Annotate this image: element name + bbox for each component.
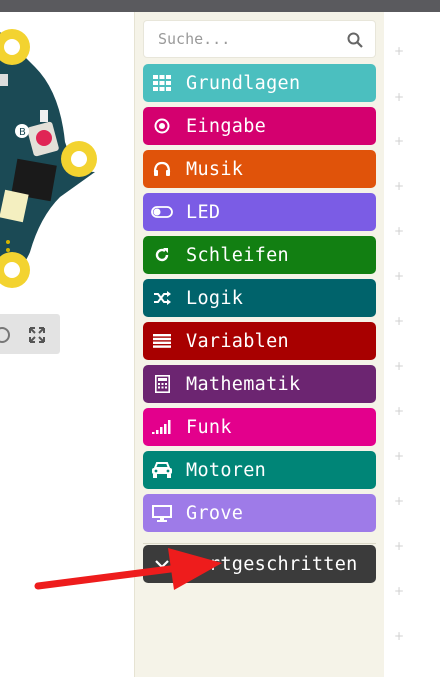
chevron-down-icon xyxy=(151,553,173,575)
simulator-panel: B xyxy=(0,12,134,677)
divider xyxy=(143,543,376,544)
stop-icon[interactable] xyxy=(0,327,10,343)
category-label: Schleifen xyxy=(186,244,289,266)
toggle-icon xyxy=(151,201,173,223)
headphones-icon xyxy=(151,158,173,180)
grid-plus: + xyxy=(394,404,405,418)
grid-plus: + xyxy=(394,449,405,463)
grid-plus: + xyxy=(394,314,405,328)
refresh-icon xyxy=(151,244,173,266)
grid-plus: + xyxy=(394,629,405,643)
car-icon xyxy=(151,459,173,481)
monitor-icon xyxy=(151,502,173,524)
category-logik[interactable]: Logik xyxy=(143,279,376,317)
category-label: Eingabe xyxy=(186,115,267,137)
search-icon[interactable] xyxy=(347,32,363,48)
radio-target-icon xyxy=(151,115,173,137)
category-mathematik[interactable]: Mathematik xyxy=(143,365,376,403)
category-label: Funk xyxy=(186,416,232,438)
shuffle-icon xyxy=(151,287,173,309)
top-bar xyxy=(0,0,440,12)
calculator-icon xyxy=(151,373,173,395)
grid-plus: + xyxy=(394,134,405,148)
category-motoren[interactable]: Motoren xyxy=(143,451,376,489)
grid-plus: + xyxy=(394,539,405,553)
fullscreen-icon[interactable] xyxy=(28,326,46,344)
category-funk[interactable]: Funk xyxy=(143,408,376,446)
signal-icon xyxy=(151,416,173,438)
category-eingabe[interactable]: Eingabe xyxy=(143,107,376,145)
list-icon xyxy=(151,330,173,352)
grid-plus: + xyxy=(394,269,405,283)
svg-text:B: B xyxy=(19,127,26,138)
grid-plus: + xyxy=(394,224,405,238)
simulator-controls xyxy=(0,314,60,354)
category-grundlagen[interactable]: Grundlagen xyxy=(143,64,376,102)
category-label: Mathematik xyxy=(186,373,301,395)
search-box xyxy=(143,20,376,58)
grid-plus: + xyxy=(394,179,405,193)
grid-plus: + xyxy=(394,359,405,373)
category-schleifen[interactable]: Schleifen xyxy=(143,236,376,274)
category-label: Fortgeschritten xyxy=(186,553,358,575)
search-input[interactable] xyxy=(144,21,358,57)
category-label: Grove xyxy=(186,502,244,524)
category-grove[interactable]: Grove xyxy=(143,494,376,532)
category-fortgeschritten[interactable]: Fortgeschritten xyxy=(143,545,376,583)
grid-icon xyxy=(151,72,173,94)
category-musik[interactable]: Musik xyxy=(143,150,376,188)
category-label: LED xyxy=(186,201,221,223)
grid-plus: + xyxy=(394,494,405,508)
grid-plus: + xyxy=(394,90,405,104)
category-led[interactable]: LED xyxy=(143,193,376,231)
category-label: Grundlagen xyxy=(186,72,301,94)
calliope-board[interactable]: B xyxy=(0,12,134,312)
grid-plus: + xyxy=(394,584,405,598)
workspace[interactable]: + + + + + + + + + + + + + + xyxy=(384,12,440,677)
category-label: Variablen xyxy=(186,330,289,352)
grid-plus: + xyxy=(394,44,405,58)
category-label: Motoren xyxy=(186,459,267,481)
category-label: Logik xyxy=(186,287,244,309)
category-label: Musik xyxy=(186,158,244,180)
toolbox: Grundlagen Eingabe Musik LED Schleifen L… xyxy=(134,12,385,677)
category-variablen[interactable]: Variablen xyxy=(143,322,376,360)
